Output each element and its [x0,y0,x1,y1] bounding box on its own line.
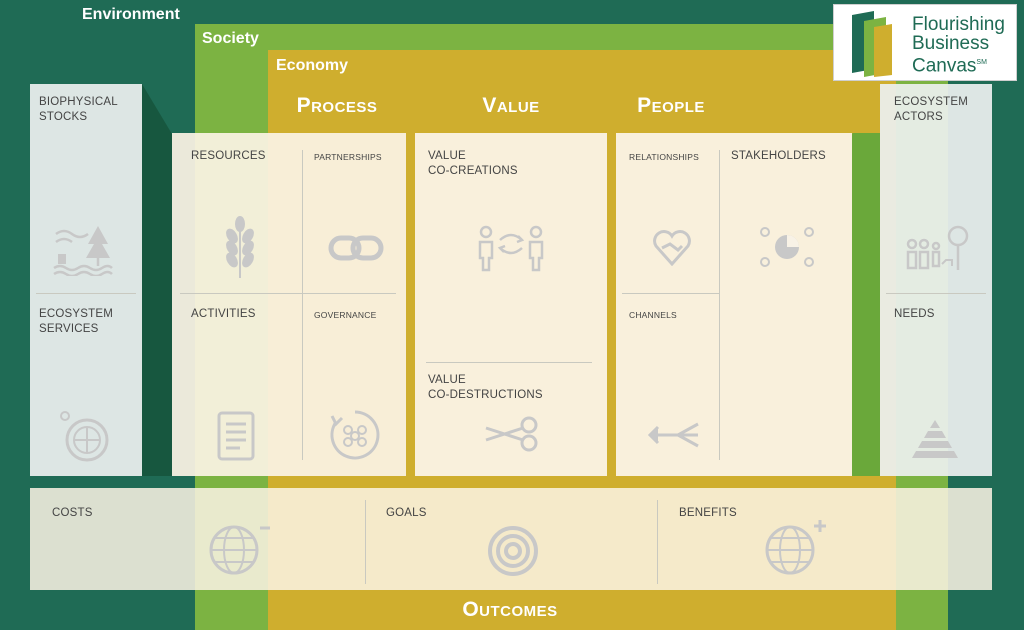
ecosystem-services-label: ECOSYSTEM SERVICES [39,308,114,335]
activities-label: ACTIVITIES [191,308,256,320]
people-title: People [637,94,705,117]
checklist-icon [216,410,256,462]
people-side-connector [852,84,880,476]
wheat-icon [214,216,266,280]
stakeholders-label: STAKEHOLDERS [731,150,826,162]
governance-label: GOVERNANCE [314,310,377,320]
globe-minus-icon [206,518,272,578]
outcomes-title: Outcomes [462,598,558,621]
logo-line3: Canvas [912,55,977,77]
biophysical-stocks-label: BIOPHYSICAL STOCKS [39,96,118,123]
value-co-destructions-label: VALUE CO-DESTRUCTIONS [428,374,543,401]
benefits-label: BENEFITS [679,507,737,519]
channels-label: CHANNELS [629,310,677,320]
environment-label: Environment [82,6,180,23]
resources-label: RESOURCES [191,150,266,162]
arrows-icon [646,420,702,450]
family-tree-icon [904,224,970,272]
process-title: Process [296,94,378,117]
ecosystem-actors-label: ECOSYSTEM ACTORS [894,96,969,123]
globe-plus-icon [762,516,828,578]
scissors-icon [484,416,540,452]
logo-sup: SM [976,59,987,66]
partnerships-label: PARTNERSHIPS [314,152,382,162]
society-label: Society [202,30,259,47]
pyramid-icon [912,418,958,458]
value-co-creations-label: VALUE CO-CREATIONS [428,150,518,177]
logo: Flourishing Business CanvasSM [833,4,1017,81]
globe-cycle-icon [55,408,115,466]
group-cycle-icon [328,408,382,462]
people-exchange-icon [476,224,546,272]
goals-label: GOALS [386,507,427,519]
logo-line2: Business [912,33,990,54]
logo-mark-icon [844,11,904,77]
chain-link-icon [328,232,384,264]
costs-label: COSTS [52,507,93,519]
logo-line1: Flourishing [912,14,1005,35]
process-side-connector [142,84,172,476]
landscape-tree-icon [52,222,114,276]
value-title: Value [482,94,540,117]
economy-label: Economy [276,57,349,74]
relationships-label: RELATIONSHIPS [629,152,699,162]
target-icon [486,524,540,578]
pie-people-icon [760,224,814,270]
needs-label: NEEDS [894,308,935,320]
heart-handshake-icon [652,228,692,266]
